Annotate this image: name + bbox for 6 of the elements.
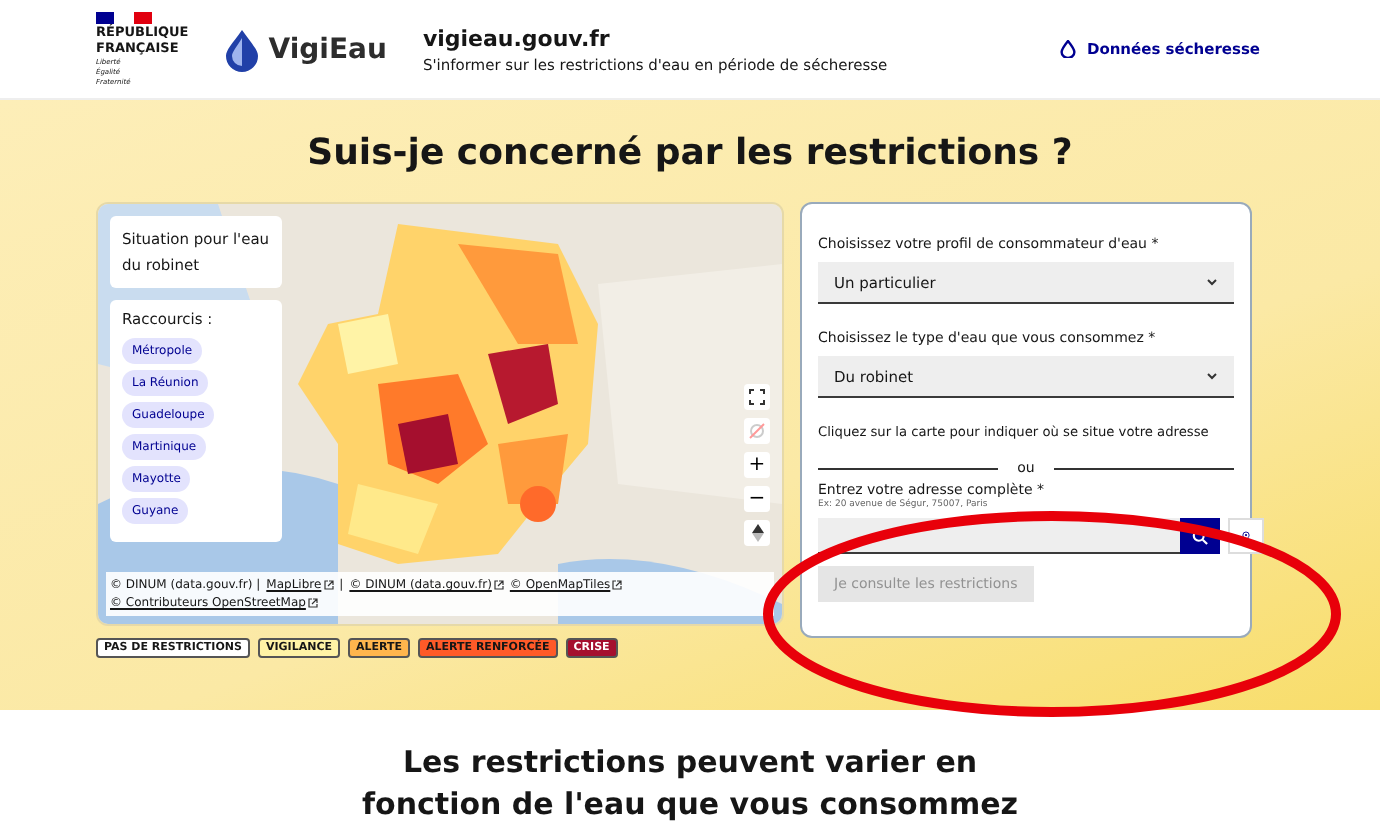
logo-text: VigiEau: [268, 33, 387, 65]
zoom-out-button[interactable]: −: [744, 486, 770, 512]
site-name: vigieau.gouv.fr: [422, 25, 612, 51]
page-title: Suis-je concerné par les restrictions ?: [305, 130, 1075, 178]
zoom-in-button[interactable]: +: [744, 452, 770, 478]
section-heading: Les restrictions peuvent varier en fonction de l'eau que vous consommez: [360, 742, 1020, 826]
